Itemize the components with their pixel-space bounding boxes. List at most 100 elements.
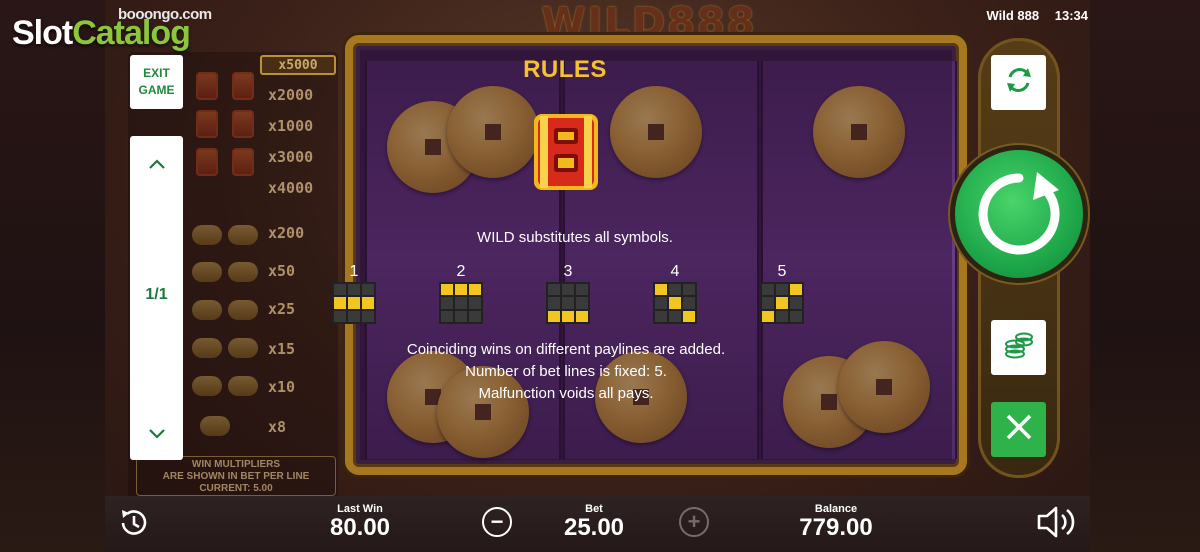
eight-symbol [196,148,218,176]
balance-display: Balance 779.00 [788,503,884,542]
payline-cell [334,310,346,322]
payline-cell [562,284,574,296]
payline-cell [469,310,481,322]
history-clock-icon[interactable] [117,506,151,545]
payline-cell [348,284,360,296]
autoplay-button[interactable] [991,55,1046,110]
page-indicator: 1/1 [145,286,168,303]
payline-cell [576,284,588,296]
coin-symbol-small [192,300,222,320]
payline-cell [790,297,802,309]
spin-button[interactable] [955,150,1083,278]
payline-cell [776,284,788,296]
paytable-multiplier: x15 [268,340,296,358]
close-rules-button[interactable] [991,402,1046,457]
payline-cell [334,284,346,296]
game-name: Wild 888 [986,8,1040,23]
balance-value: 779.00 [799,514,873,541]
exit-game-button[interactable]: EXIT GAME [130,55,183,109]
clock: 13:34 [1054,8,1088,23]
payline-cell [669,310,681,322]
eight-symbol [232,148,254,176]
payline-cell [455,310,467,322]
red-charm-symbol [192,262,222,282]
chevron-down-icon[interactable] [130,414,183,454]
paytable-multiplier: x25 [268,300,296,318]
rule-text: Malfunction voids all pays. [478,385,654,402]
payline-cell-active [576,310,588,322]
payline-cell [348,310,360,322]
payline-cell [683,297,695,309]
rules-pager: 1/1 [130,136,183,460]
left-backdrop [0,0,105,552]
payline-cell [776,310,788,322]
chevron-up-icon[interactable] [130,144,183,184]
payline-cell-active [655,284,667,296]
payline-diagram [546,282,590,324]
bet-decrease-button[interactable]: − [482,507,512,537]
right-backdrop [1090,0,1200,552]
repeat-icon [1002,63,1036,102]
payline-cell [655,297,667,309]
rule-text: Number of bet lines is fixed: 5. [465,363,667,380]
wild-symbol-icon [530,110,602,194]
gold-ingot-symbol [192,225,222,245]
payline-cell [655,310,667,322]
coin-symbol-small [228,338,258,358]
eight-symbol [232,72,254,100]
bet-settings-button[interactable] [991,320,1046,375]
payline-cell [762,284,774,296]
coin-symbol-small [228,300,258,320]
payline-cell-active [362,297,374,309]
payline-cell [683,284,695,296]
payline-cell-active [469,284,481,296]
paytable-multiplier: x2000 [268,86,314,104]
payline-number: 4 [670,263,680,280]
payline-number: 3 [563,263,573,280]
dragon-symbol [200,416,230,436]
last-win-display: Last Win 80.00 [318,503,402,542]
eight-symbol [196,72,218,100]
rule-text: Coinciding wins on different paylines ar… [406,341,726,358]
payline-cell [362,284,374,296]
close-icon [1003,411,1035,448]
exit-label: GAME [138,83,175,97]
payline-cell-active [776,297,788,309]
note-line: WIN MULTIPLIERS [191,459,281,470]
payline-cell [441,310,453,322]
wild-description: WILD substitutes all symbols. [477,229,673,246]
paytable-multiplier: x200 [268,224,305,242]
paytable-multiplier: x4000 [268,179,314,197]
payline-diagram [332,282,376,324]
payline-number: 5 [777,263,787,280]
payline-cell [576,297,588,309]
payline-cell-active [441,284,453,296]
slotcatalog-logo: SlotCatalog [12,14,191,52]
note-line: ARE SHOWN IN BET PER LINE [162,471,310,482]
payline-cell [469,297,481,309]
status-info: Wild 888 13:34 [987,8,1089,23]
red-charm-symbol [228,262,258,282]
payline-cell [790,310,802,322]
payline-number: 2 [456,263,466,280]
payline-cell [441,297,453,309]
paytable-multiplier: x1000 [268,117,314,135]
win-multipliers-note: WIN MULTIPLIERS ARE SHOWN IN BET PER LIN… [136,456,336,496]
paytable-multiplier: x50 [268,262,296,280]
payline-cell-active [683,310,695,322]
coins-stack-icon [1002,328,1036,367]
paytable-multiplier: x3000 [268,148,314,166]
spin-arrow-icon [969,164,1069,269]
payline-cell [548,297,560,309]
payline-cell [562,297,574,309]
exit-label: EXIT [143,66,170,80]
payline-diagram [439,282,483,324]
bet-increase-button[interactable]: + [679,507,709,537]
eight-symbol [232,110,254,138]
top-multiplier-box: x5000 [260,55,336,75]
bet-value: 25.00 [563,514,625,541]
speaker-icon[interactable] [1036,504,1078,545]
payline-cell-active [669,297,681,309]
payline-cell-active [334,297,346,309]
payline-cell [762,297,774,309]
